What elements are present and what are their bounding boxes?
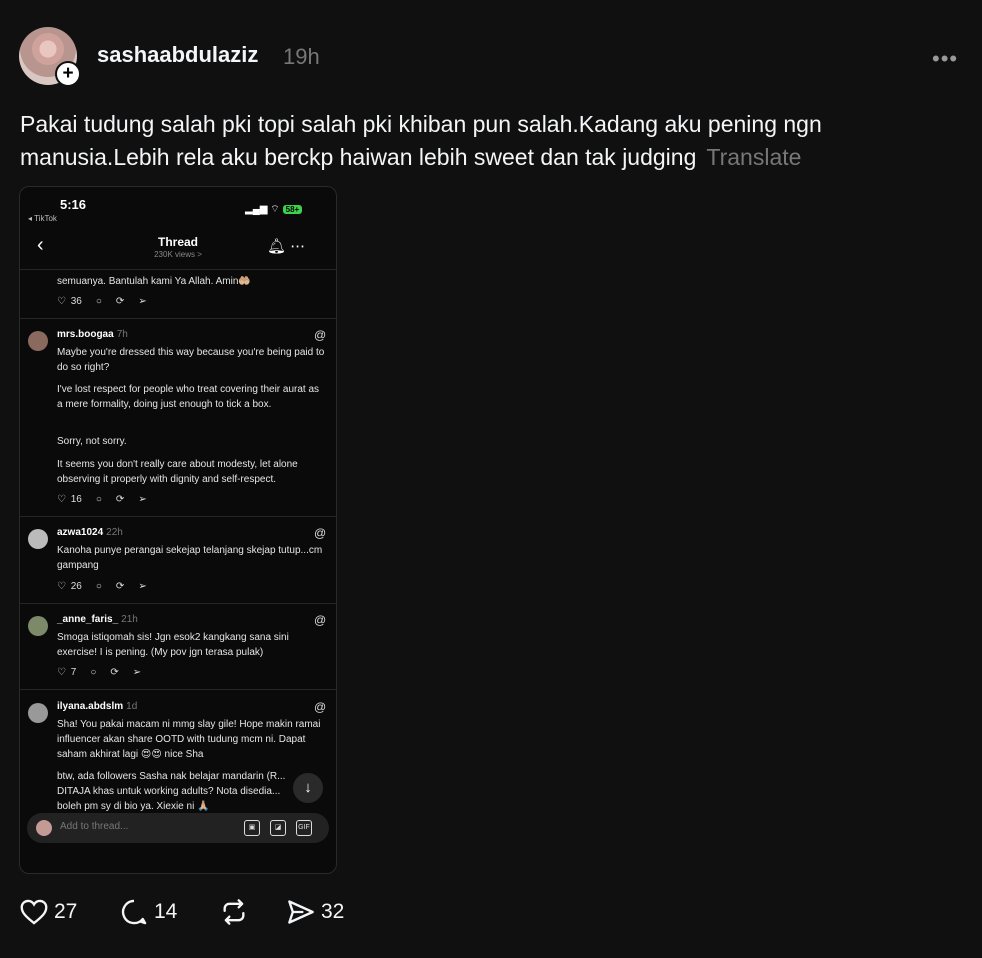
action-row: ♡ 7 ○ ⟳ ➢ [57,667,142,678]
follow-plus-icon[interactable]: + [55,61,81,87]
like-count: 27 [54,900,78,924]
attachment-icons: ▣ ◪ GIF [244,820,322,836]
avatar [36,820,52,836]
reply-count: 14 [154,900,178,924]
divider [20,689,336,690]
commenter-avatar [28,616,48,636]
bell-icon: 🔔︎ ⋯ [267,238,306,255]
comment-text: Sha! You pakai macam ni mmg slay gile! H… [57,719,321,760]
send-icon [288,900,314,924]
divider [20,269,336,270]
action-row: ♡ 26 ○ ⟳ ➢ [57,581,147,592]
username[interactable]: sashaabdulaziz [97,42,258,68]
commenter-avatar [28,703,48,723]
sticker-icon: ◪ [270,820,286,836]
like-button[interactable]: 27 [20,898,77,925]
comment-text: I've lost respect for people who treat c… [57,384,320,410]
divider [20,603,336,604]
comment-text: btw, ada followers Sasha nak belajar man… [57,771,286,812]
threads-icon: @ [314,328,327,342]
comment-text: Smoga istiqomah sis! Jgn esok2 kangkang … [57,632,289,658]
divider [20,516,336,517]
threads-icon: @ [314,526,327,540]
action-row: ♡ 16 ○ ⟳ ➢ [57,494,147,505]
heart-icon [20,899,48,925]
add-to-thread-placeholder: Add to thread... [60,821,129,832]
commenter-name: azwa1024 22h [57,527,123,538]
battery-badge: 58+ [282,205,303,214]
avatar[interactable]: + [19,27,81,87]
comment-icon [121,899,147,925]
image-icon: ▣ [244,820,260,836]
action-row: ♡ 36 ○ ⟳ ➢ [57,296,147,307]
share-count: 32 [321,900,345,924]
reply-button[interactable]: 14 [120,898,177,926]
comment-text: Kanoha punye perangai sekejap telanjang … [57,545,323,571]
post-time: 19h [283,44,320,69]
post-text: Pakai tudung salah pki topi salah pki kh… [20,108,920,174]
commenter-avatar [28,529,48,549]
threads-icon: @ [314,613,327,627]
scroll-down-icon: ↓ [293,773,323,803]
commenter-name: ilyana.abdslm 1d [57,701,138,712]
commenter-avatar [28,331,48,351]
add-to-thread-bar: Add to thread... ▣ ◪ GIF [27,813,329,843]
threads-icon: @ [314,700,327,714]
top-snippet: semuanya. Bantulah kami Ya Allah. Amin🤲🏼 [57,276,251,287]
repost-icon [223,899,245,926]
gif-icon: GIF [296,820,312,836]
commenter-name: _anne_faris_ 21h [57,614,138,625]
comment-text: Maybe you're dressed this way because yo… [57,347,325,373]
post-body: Pakai tudung salah pki topi salah pki kh… [20,111,822,170]
comment-text: Sorry, not sorry. [57,436,127,447]
status-icons: ▂▄▆ ⌔ 58+ [245,203,303,216]
translate-link[interactable]: Translate [706,144,801,170]
attached-image[interactable]: 5:16 ◂ TikTok ▂▄▆ ⌔ 58+ ‹ Thread 230K vie… [19,186,337,874]
status-time: 5:16 [60,197,87,212]
status-app: ◂ TikTok [28,214,57,223]
repost-button[interactable] [219,898,249,926]
commenter-name: mrs.boogaa 7h [57,329,128,340]
share-button[interactable]: 32 [287,898,344,925]
comment-text: It seems you don't really care about mod… [57,459,298,485]
more-options-icon[interactable]: ••• [932,46,958,72]
divider [20,318,336,319]
